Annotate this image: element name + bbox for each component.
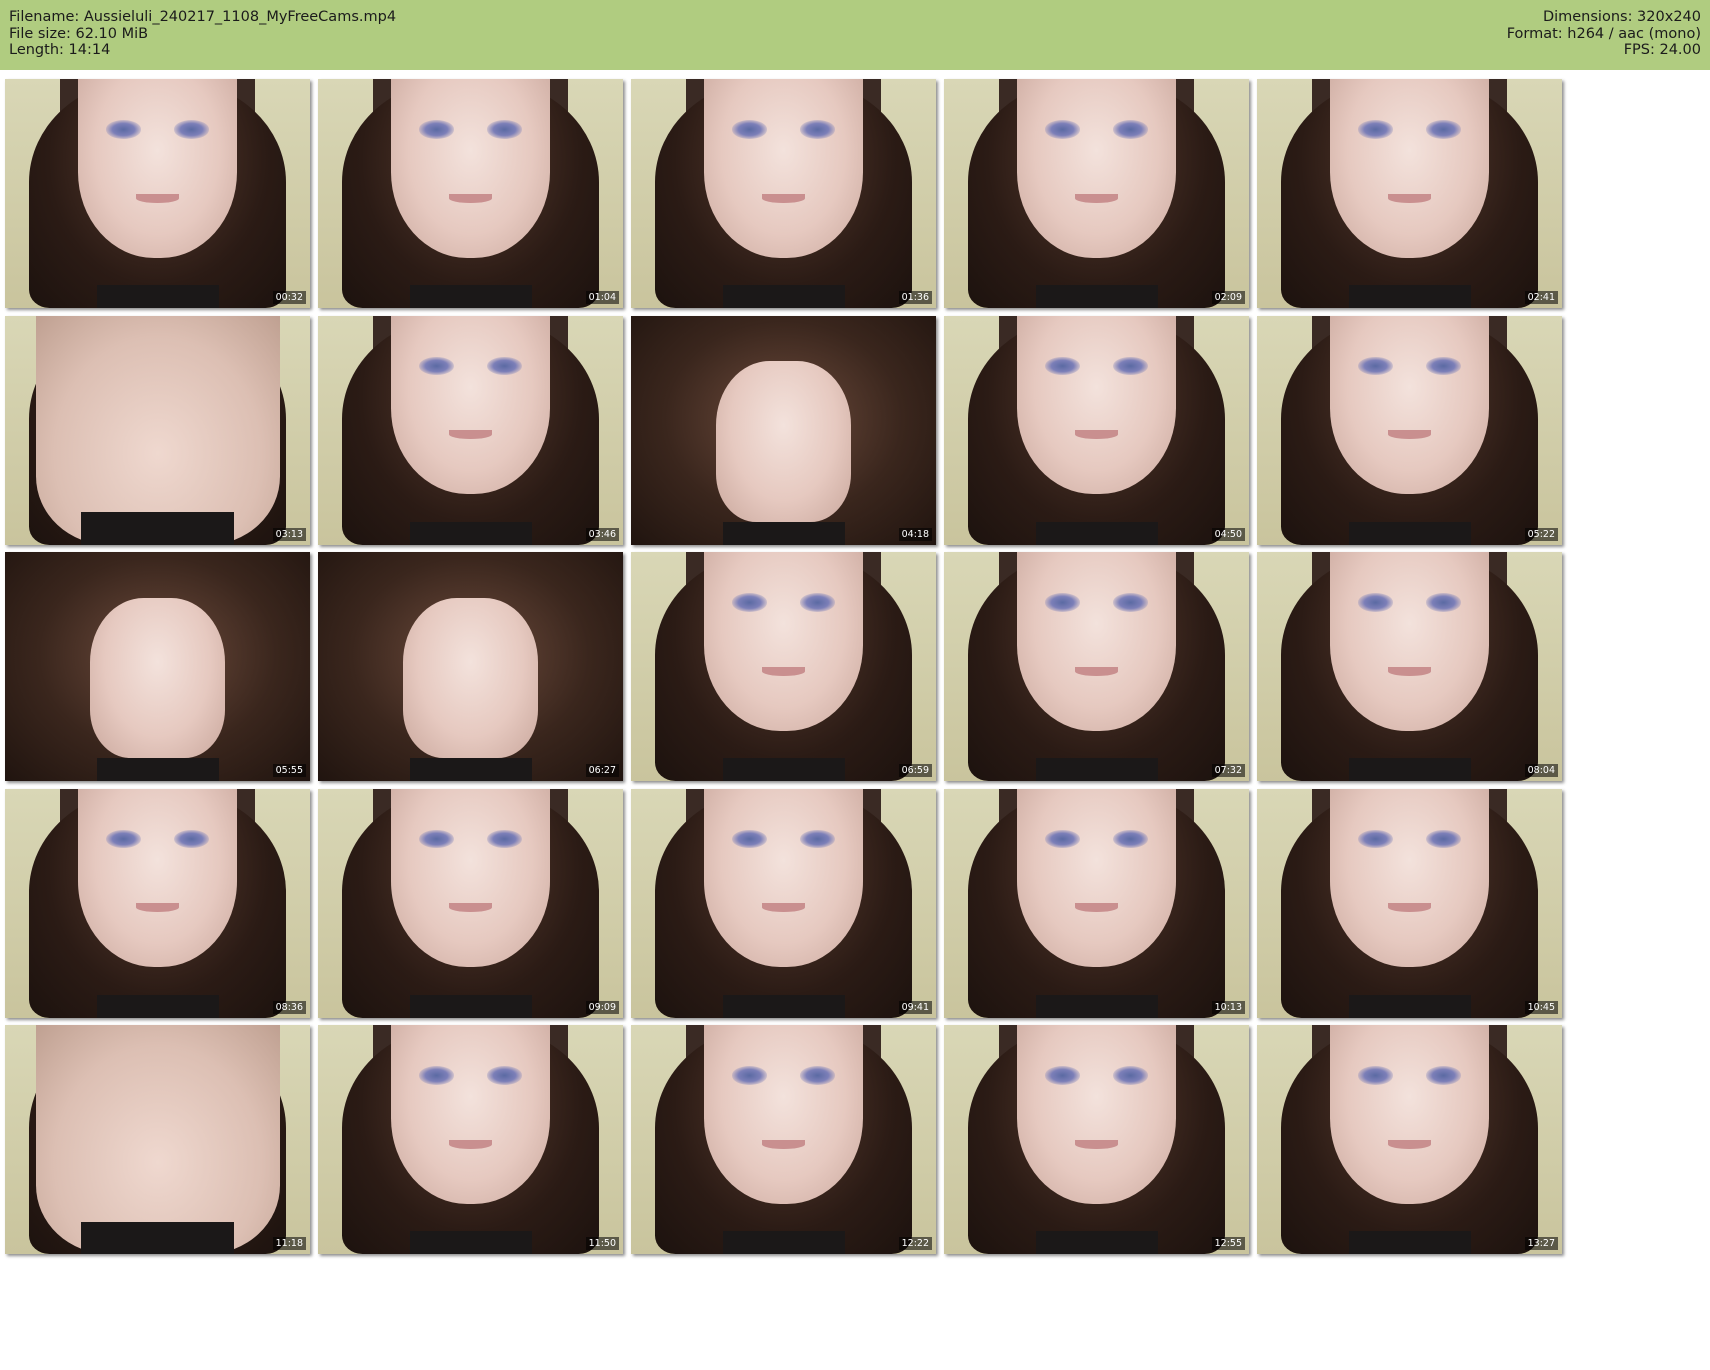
thumbnail-frame — [318, 79, 623, 308]
video-thumbnail[interactable]: 06:59 — [631, 552, 936, 781]
video-thumbnail[interactable]: 04:18 — [631, 315, 936, 545]
thumbnail-timestamp: 09:41 — [898, 1000, 932, 1014]
thumbnail-frame — [1257, 552, 1562, 781]
thumbnail-timestamp: 00:32 — [272, 291, 306, 304]
video-thumbnail[interactable]: 05:55 — [5, 552, 310, 781]
thumbnail-timestamp: 03:46 — [585, 527, 619, 541]
thumbnail-timestamp: 04:18 — [898, 527, 932, 541]
thumbnail-timestamp: 12:55 — [1211, 1237, 1245, 1250]
thumbnail-frame — [631, 1025, 936, 1254]
thumbnail-timestamp: 10:45 — [1524, 1000, 1558, 1014]
thumbnail-frame — [318, 315, 623, 545]
file-size-text: File size: 62.10 MiB — [9, 25, 149, 42]
video-thumbnail[interactable]: 04:50 — [944, 315, 1249, 545]
video-thumbnail[interactable]: 10:45 — [1257, 788, 1562, 1018]
video-thumbnail[interactable]: 09:41 — [631, 788, 936, 1018]
thumbnail-frame — [1257, 79, 1562, 308]
thumbnail-frame — [944, 788, 1249, 1018]
thumbnail-timestamp: 01:36 — [898, 291, 932, 304]
thumbnail-timestamp: 09:09 — [585, 1000, 619, 1014]
thumbnail-grid: 00:32 01:04 01:36 02:09 02:41 03:13 03:46 04:18… — [5, 79, 1705, 1366]
thumbnail-frame — [5, 552, 310, 781]
thumbnail-frame — [631, 552, 936, 781]
thumbnail-frame — [1257, 788, 1562, 1018]
video-thumbnail[interactable]: 12:55 — [944, 1025, 1249, 1254]
filename-text: Filename: Aussieluli_240217_1108_MyFreeC… — [9, 9, 397, 25]
thumbnail-timestamp: 02:41 — [1524, 291, 1558, 304]
thumbnail-timestamp: 05:22 — [1524, 527, 1558, 541]
length-text: Length: 14:14 — [9, 42, 111, 58]
video-thumbnail[interactable]: 12:22 — [631, 1025, 936, 1254]
dimensions-text: Dimensions: 320x240 — [1542, 9, 1701, 25]
thumbnail-frame — [944, 1025, 1249, 1254]
thumbnail-timestamp: 11:18 — [272, 1237, 306, 1250]
thumbnail-timestamp: 06:27 — [585, 764, 619, 777]
thumbnail-timestamp: 01:04 — [585, 291, 619, 304]
thumbnail-frame — [944, 315, 1249, 545]
thumbnail-frame — [318, 1025, 623, 1254]
thumbnail-frame — [631, 79, 936, 308]
video-thumbnail[interactable]: 10:13 — [944, 788, 1249, 1018]
video-thumbnail[interactable]: 05:22 — [1257, 315, 1562, 545]
thumbnail-timestamp: 04:50 — [1211, 527, 1245, 541]
thumbnail-timestamp: 03:13 — [272, 527, 306, 541]
video-thumbnail[interactable]: 00:32 — [5, 79, 310, 308]
thumbnail-frame — [5, 788, 310, 1018]
video-thumbnail[interactable]: 03:13 — [5, 315, 310, 545]
video-thumbnail[interactable]: 02:41 — [1257, 79, 1562, 308]
video-thumbnail[interactable]: 01:36 — [631, 79, 936, 308]
thumbnail-timestamp: 11:50 — [585, 1237, 619, 1250]
thumbnail-timestamp: 13:27 — [1524, 1237, 1558, 1250]
thumbnail-timestamp: 05:55 — [272, 764, 306, 777]
info-header: Filename: Aussieluli_240217_1108_MyFreeC… — [0, 0, 1710, 70]
thumbnail-timestamp: 10:13 — [1211, 1000, 1245, 1014]
thumbnail-frame — [318, 552, 623, 781]
video-thumbnail[interactable]: 09:09 — [318, 788, 623, 1018]
thumbnail-frame — [5, 1025, 310, 1254]
thumbnail-frame — [1257, 1025, 1562, 1254]
format-text: Format: h264 / aac (mono) — [1506, 25, 1701, 42]
video-thumbnail[interactable]: 03:46 — [318, 315, 623, 545]
thumbnail-frame — [5, 79, 310, 308]
video-thumbnail[interactable]: 02:09 — [944, 79, 1249, 308]
video-thumbnail[interactable]: 11:18 — [5, 1025, 310, 1254]
thumbnail-frame — [1257, 315, 1562, 545]
file-info: Filename: Aussieluli_240217_1108_MyFreeC… — [9, 9, 396, 59]
thumbnail-timestamp: 02:09 — [1211, 291, 1245, 304]
thumbnail-timestamp: 06:59 — [898, 764, 932, 777]
fps-text: FPS: 24.00 — [1623, 42, 1701, 58]
video-thumbnail[interactable]: 13:27 — [1257, 1025, 1562, 1254]
thumbnail-timestamp: 07:32 — [1211, 764, 1245, 777]
video-thumbnail[interactable]: 08:36 — [5, 788, 310, 1018]
media-info: Dimensions: 320x240 Format: h264 / aac (… — [1507, 9, 1701, 59]
thumbnail-timestamp: 08:36 — [272, 1000, 306, 1014]
thumbnail-frame — [5, 315, 310, 545]
thumbnail-frame — [318, 788, 623, 1018]
thumbnail-timestamp: 12:22 — [898, 1237, 932, 1250]
thumbnail-timestamp: 08:04 — [1524, 764, 1558, 777]
thumbnail-frame — [631, 315, 936, 545]
video-thumbnail[interactable]: 11:50 — [318, 1025, 623, 1254]
video-thumbnail[interactable]: 08:04 — [1257, 552, 1562, 781]
video-thumbnail[interactable]: 01:04 — [318, 79, 623, 308]
thumbnail-frame — [944, 79, 1249, 308]
video-thumbnail[interactable]: 07:32 — [944, 552, 1249, 781]
thumbnail-frame — [944, 552, 1249, 781]
thumbnail-frame — [631, 788, 936, 1018]
video-thumbnail[interactable]: 06:27 — [318, 552, 623, 781]
